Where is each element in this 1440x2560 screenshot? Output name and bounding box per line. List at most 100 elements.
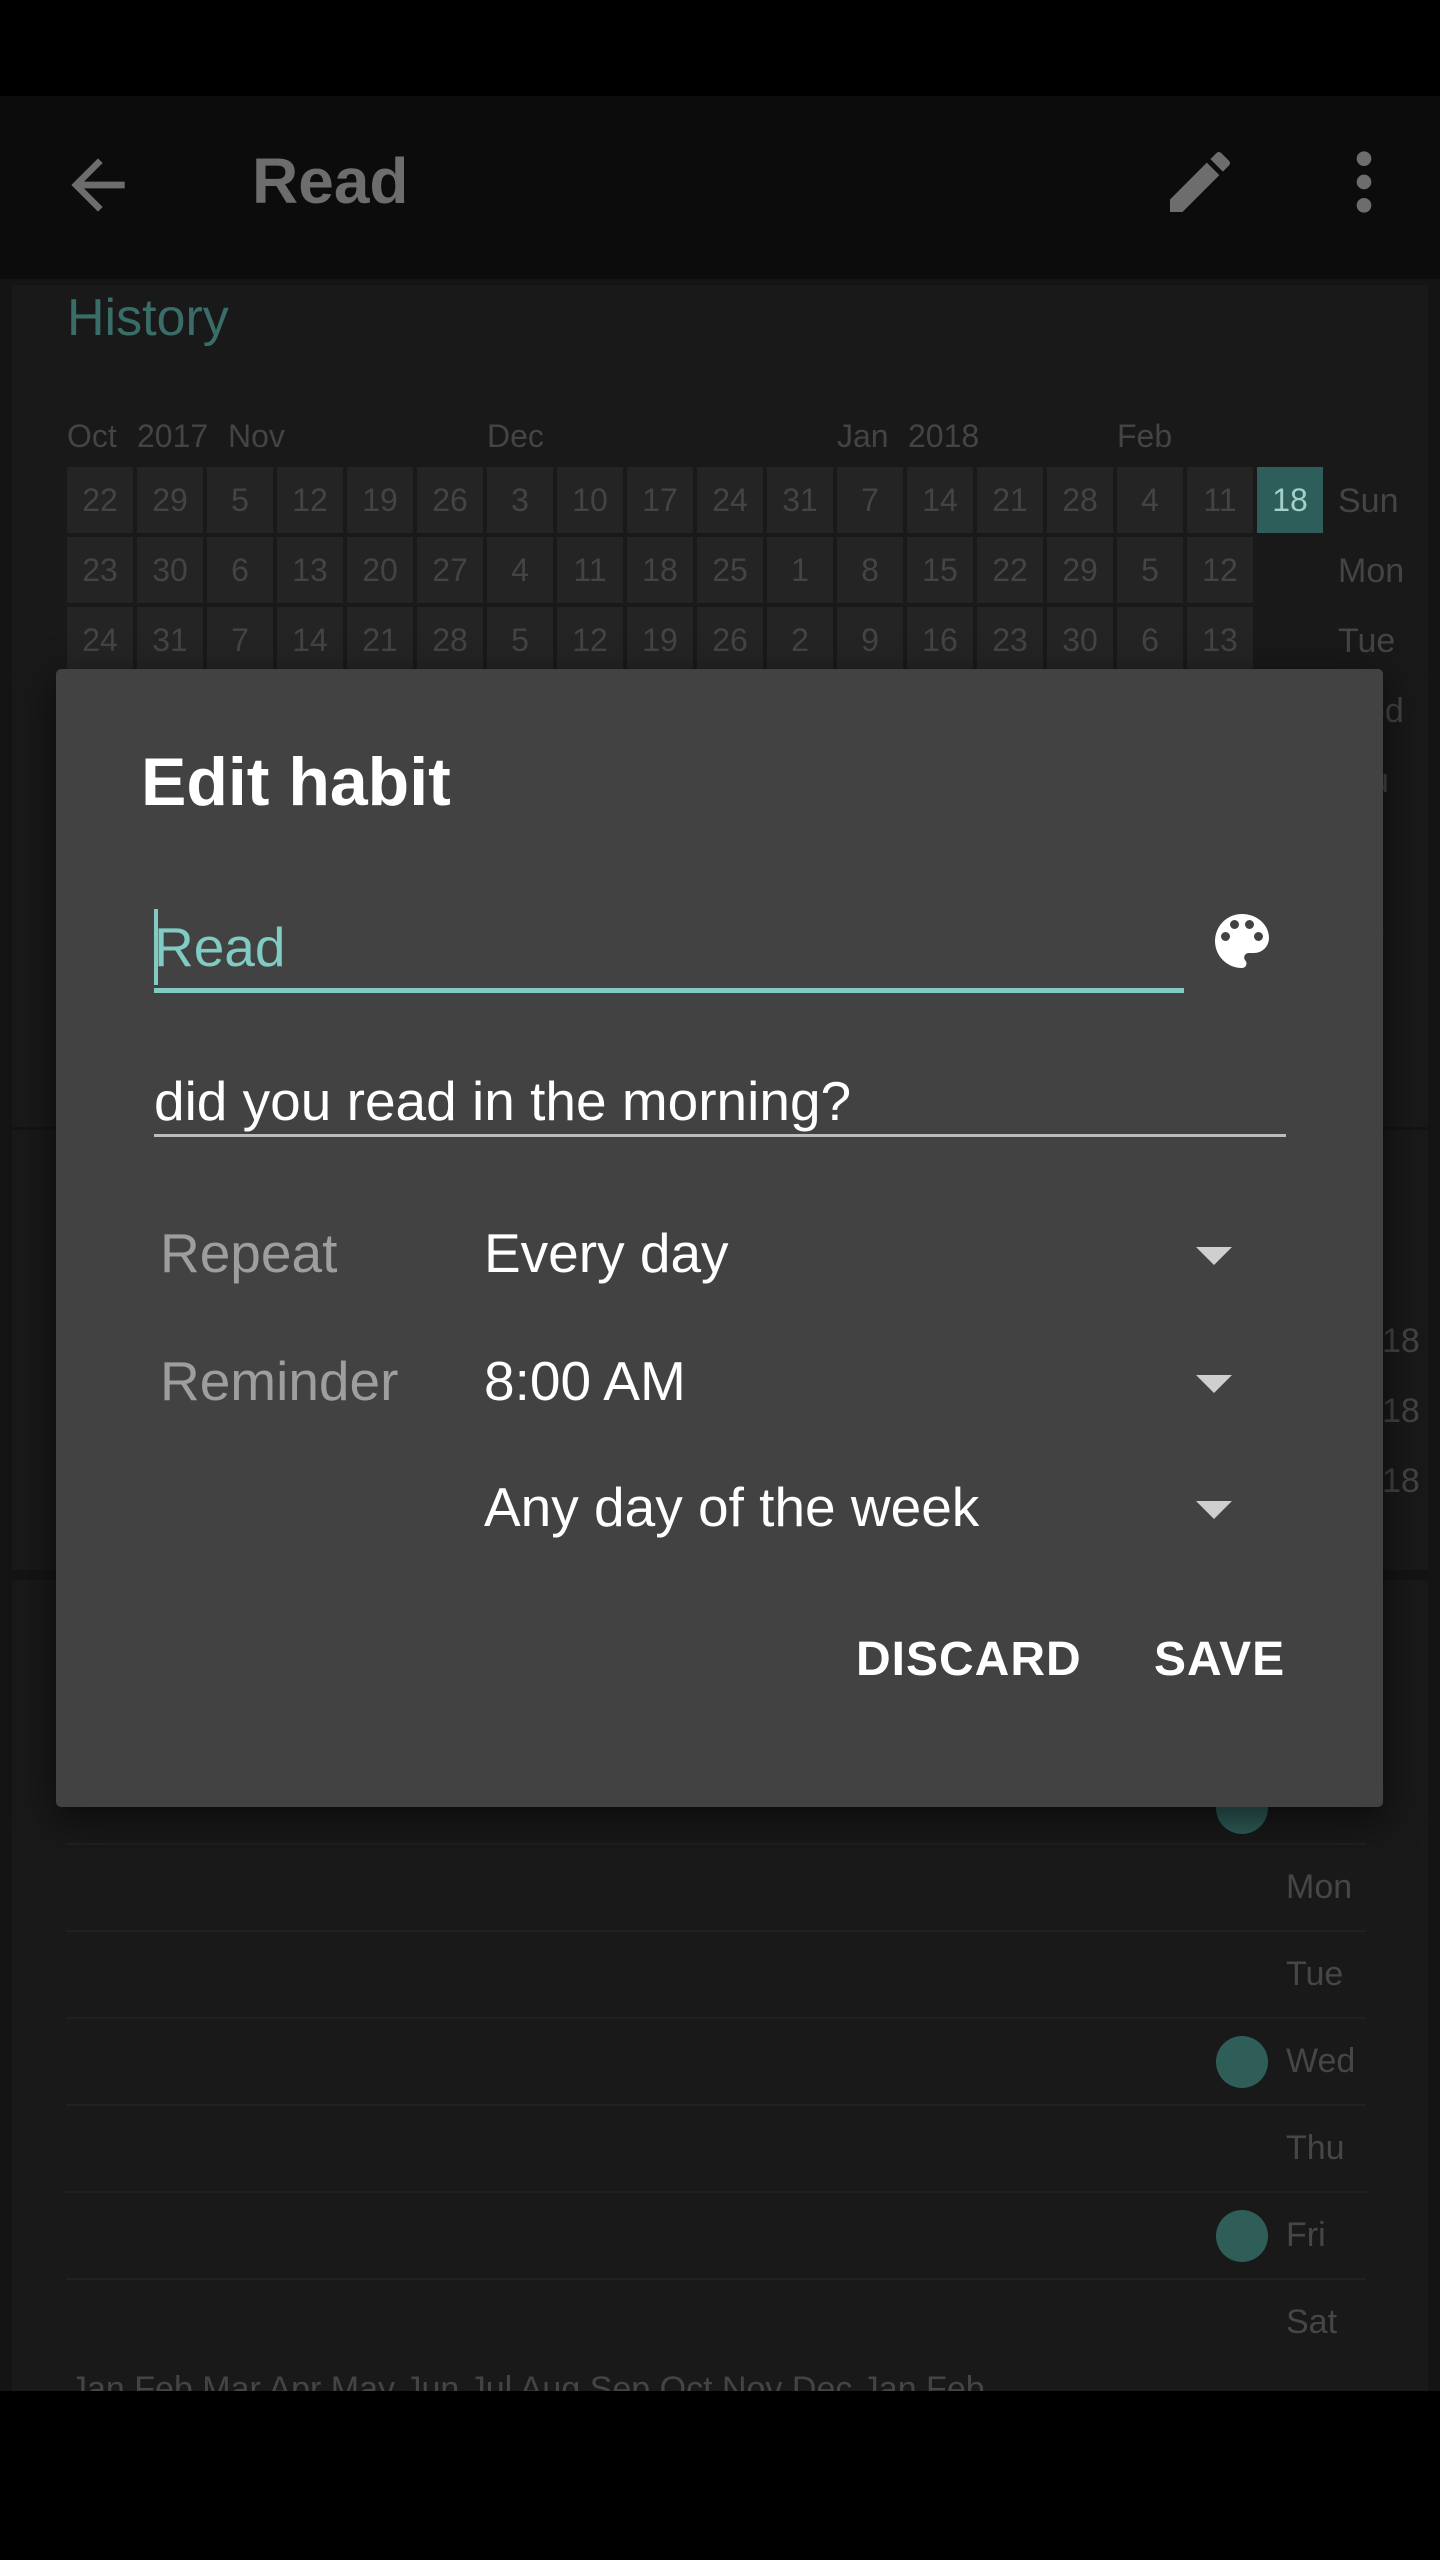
history-cell[interactable]: 13 (277, 537, 343, 603)
edit-habit-dialog: Edit habit Read did you read in the morn… (56, 669, 1383, 1807)
partial-label: 18 (1382, 1322, 1420, 1360)
day-label: Tue (1338, 622, 1396, 660)
month-label: 2017 (137, 418, 209, 454)
history-cell[interactable]: 21 (347, 607, 413, 673)
history-cell[interactable]: 30 (1047, 607, 1113, 673)
history-cell[interactable]: 10 (557, 467, 623, 533)
history-cell[interactable]: 29 (1047, 537, 1113, 603)
history-cell[interactable]: 28 (1047, 467, 1113, 533)
more-vert-icon[interactable] (1334, 142, 1394, 222)
chevron-down-icon[interactable] (1196, 1501, 1232, 1519)
history-cell[interactable]: 22 (67, 467, 133, 533)
arrow-back-icon[interactable] (58, 145, 138, 225)
month-label: 2018 (908, 418, 980, 454)
divider (66, 2278, 1366, 2280)
history-cell[interactable]: 6 (1117, 607, 1183, 673)
month-label: Dec (487, 418, 544, 454)
frequency-day-label: Sat (1286, 2303, 1338, 2341)
frequency-day-label: Thu (1286, 2129, 1345, 2167)
palette-icon[interactable] (1206, 905, 1278, 977)
history-cell[interactable]: 20 (347, 537, 413, 603)
partial-label: 18 (1382, 1462, 1420, 1500)
reminder-time-dropdown[interactable]: 8:00 AM (484, 1349, 686, 1413)
frequency-day-label: Fri (1286, 2216, 1326, 2254)
history-cell[interactable]: 3 (487, 467, 553, 533)
divider (66, 2104, 1366, 2106)
history-cell[interactable]: 17 (627, 467, 693, 533)
history-cell[interactable]: 5 (1117, 537, 1183, 603)
frequency-day-label: Mon (1286, 1868, 1353, 1906)
history-cell[interactable]: 30 (137, 537, 203, 603)
reminder-label: Reminder (160, 1350, 399, 1412)
history-cell[interactable]: 26 (417, 467, 483, 533)
history-cell[interactable]: 18 (627, 537, 693, 603)
history-cell[interactable]: 14 (907, 467, 973, 533)
day-label: Mon (1338, 552, 1405, 590)
history-title: History (67, 289, 229, 347)
history-cell[interactable]: 11 (557, 537, 623, 603)
history-cell[interactable]: 15 (907, 537, 973, 603)
history-cell[interactable]: 29 (137, 467, 203, 533)
discard-button[interactable]: DISCARD (856, 1632, 1082, 1687)
history-cell[interactable]: 23 (977, 607, 1043, 673)
history-cell[interactable]: 25 (697, 537, 763, 603)
month-label: Jan (837, 418, 889, 454)
question-input[interactable]: did you read in the morning? (154, 1045, 1286, 1137)
save-button[interactable]: SAVE (1154, 1632, 1285, 1687)
history-cell[interactable]: 24 (67, 607, 133, 673)
history-cell[interactable]: 5 (207, 467, 273, 533)
history-cell[interactable]: 9 (837, 607, 903, 673)
history-cell[interactable]: 16 (907, 607, 973, 673)
divider (66, 1930, 1366, 1932)
history-cell[interactable]: 5 (487, 607, 553, 673)
history-cell[interactable]: 26 (697, 607, 763, 673)
divider (66, 2017, 1366, 2019)
history-cell[interactable]: 12 (557, 607, 623, 673)
history-cell[interactable]: 22 (977, 537, 1043, 603)
text-cursor (154, 909, 158, 985)
navigation-bar (0, 2391, 1440, 2560)
history-cell[interactable]: 4 (487, 537, 553, 603)
history-cell[interactable]: 18 (1257, 467, 1323, 533)
history-cell[interactable]: 23 (67, 537, 133, 603)
chevron-down-icon[interactable] (1196, 1247, 1232, 1265)
app-root: Read History Oct 2017 Nov Dec Jan 2018 F… (0, 0, 1440, 2560)
pencil-icon[interactable] (1160, 142, 1240, 222)
frequency-dot (1216, 2036, 1268, 2088)
history-cell[interactable]: 6 (207, 537, 273, 603)
question-value: did you read in the morning? (154, 1070, 852, 1132)
history-cell[interactable]: 4 (1117, 467, 1183, 533)
history-cell[interactable]: 21 (977, 467, 1043, 533)
habit-name-input[interactable]: Read (154, 897, 1184, 993)
day-label: Sun (1338, 482, 1399, 520)
history-cell[interactable]: 28 (417, 607, 483, 673)
repeat-dropdown[interactable]: Every day (484, 1221, 729, 1285)
history-cell[interactable]: 8 (837, 537, 903, 603)
history-cell[interactable]: 12 (1187, 537, 1253, 603)
history-cell[interactable]: 19 (347, 467, 413, 533)
history-cell[interactable]: 27 (417, 537, 483, 603)
habit-name-value: Read (154, 916, 286, 978)
partial-label: 18 (1382, 1392, 1420, 1430)
history-cell[interactable]: 1 (767, 537, 833, 603)
repeat-label: Repeat (160, 1222, 338, 1284)
status-bar (0, 0, 1440, 96)
history-cell[interactable]: 19 (627, 607, 693, 673)
history-cell[interactable]: 13 (1187, 607, 1253, 673)
divider (66, 2191, 1366, 2193)
history-cell[interactable]: 31 (137, 607, 203, 673)
history-cell[interactable]: 12 (277, 467, 343, 533)
chevron-down-icon[interactable] (1196, 1375, 1232, 1393)
history-cell[interactable]: 14 (277, 607, 343, 673)
input-underline (154, 988, 1184, 993)
history-cell[interactable]: 11 (1187, 467, 1253, 533)
history-cell[interactable]: 24 (697, 467, 763, 533)
month-label: Feb (1117, 418, 1173, 454)
history-cell[interactable]: 7 (207, 607, 273, 673)
reminder-days-dropdown[interactable]: Any day of the week (484, 1475, 979, 1539)
history-cell[interactable]: 31 (767, 467, 833, 533)
history-cell[interactable]: 7 (837, 467, 903, 533)
history-cell[interactable]: 2 (767, 607, 833, 673)
frequency-dot (1216, 2210, 1268, 2262)
input-underline (154, 1134, 1286, 1137)
